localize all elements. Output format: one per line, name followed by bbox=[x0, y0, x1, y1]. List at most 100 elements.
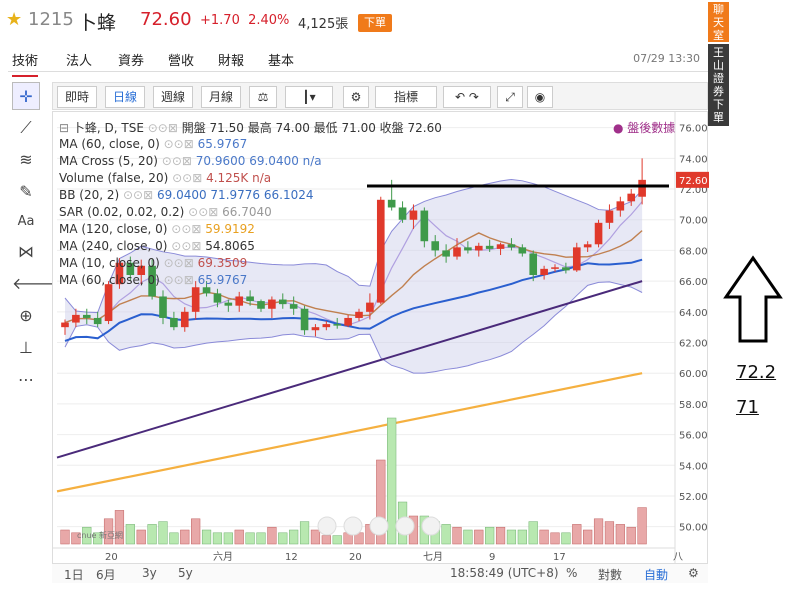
indicator-controls-icon[interactable]: ⊙⊙⊠ bbox=[160, 137, 198, 151]
chat-room-tab[interactable]: 聊天室 bbox=[708, 2, 729, 42]
volume-bar bbox=[485, 526, 495, 545]
percent-toggle[interactable]: % bbox=[566, 566, 577, 580]
indicators-label: 指標 bbox=[393, 90, 418, 104]
price-tick-label: 56.00 bbox=[679, 431, 708, 442]
price-tick-label: 52.00 bbox=[679, 492, 708, 503]
brush-icon[interactable]: ✎ bbox=[12, 178, 40, 206]
volume-bar bbox=[572, 524, 582, 545]
price-tick-label: 76.00 bbox=[679, 124, 708, 135]
candle-body bbox=[638, 179, 646, 197]
interval-monthly[interactable]: 月線 bbox=[201, 86, 241, 108]
place-order-button[interactable]: 下單 bbox=[358, 14, 392, 32]
indicator-controls-icon[interactable]: ⊙⊙⊠ bbox=[184, 205, 222, 219]
volume-bar bbox=[506, 529, 517, 545]
indicator-controls-icon[interactable]: ⊙⊙⊠ bbox=[119, 188, 157, 202]
more-icon[interactable]: ⋯ bbox=[12, 366, 40, 394]
last-price: 72.60 bbox=[140, 9, 192, 30]
trendline-icon[interactable]: ⟋ bbox=[12, 114, 40, 142]
tab-revenue[interactable]: 營收 bbox=[168, 50, 194, 69]
candle-body bbox=[594, 222, 603, 245]
candle-body bbox=[540, 268, 548, 275]
candle-body bbox=[551, 267, 559, 269]
settings-gear-icon[interactable]: ⚙ bbox=[343, 86, 369, 108]
indicator-legend-row[interactable]: MA (240, close, 0) ⊙⊙⊠ 54.8065 bbox=[59, 239, 255, 253]
interval-daily[interactable]: 日線 bbox=[105, 86, 145, 108]
tab-basic[interactable]: 基本 bbox=[268, 50, 294, 69]
indicator-legend-row[interactable]: MA Cross (5, 20) ⊙⊙⊠ 70.9600 69.0400 n/a bbox=[59, 154, 322, 168]
pattern-icon[interactable]: ⋈ bbox=[12, 238, 40, 266]
indicator-legend-row[interactable]: Volume (false, 20) ⊙⊙⊠ 4.125K n/a bbox=[59, 171, 271, 185]
favorite-star-icon[interactable]: ★ bbox=[6, 9, 22, 30]
range-1d[interactable]: 1日 bbox=[64, 566, 84, 583]
broker-order-tab[interactable]: 王山證券下單 bbox=[708, 44, 729, 126]
tab-institutional[interactable]: 法人 bbox=[66, 50, 92, 69]
camera-icon[interactable]: ◉ bbox=[527, 86, 553, 108]
indicator-legend-row[interactable]: MA (120, close, 0) ⊙⊙⊠ 59.9192 bbox=[59, 222, 255, 236]
volume-bar bbox=[60, 529, 70, 545]
candle-body bbox=[420, 210, 429, 242]
bottom-settings-icon[interactable]: ⚙ bbox=[688, 566, 699, 580]
auto-scale-toggle[interactable]: 自動 bbox=[644, 566, 668, 583]
indicator-controls-icon[interactable]: ⊙⊙⊠ bbox=[160, 273, 198, 287]
tab-financials[interactable]: 財報 bbox=[218, 50, 244, 69]
indicator-controls-icon[interactable]: ⊙⊙⊠ bbox=[167, 239, 205, 253]
candle-body bbox=[366, 302, 374, 312]
range-6m[interactable]: 6月 bbox=[96, 566, 116, 583]
time-tick-label: 20 bbox=[349, 552, 362, 563]
indicator-controls-icon[interactable]: ⊙⊙⊠ bbox=[160, 256, 198, 270]
fib-icon[interactable]: ≋ bbox=[12, 146, 40, 174]
indicator-legend-row[interactable]: MA (10, close, 0) ⊙⊙⊠ 69.3509 bbox=[59, 256, 247, 270]
indicator-label: SAR (0.02, 0.02, 0.2) bbox=[59, 205, 185, 219]
indicators-button[interactable]: 指標 bbox=[375, 86, 437, 108]
symbol-title: 卜蜂, D, TSE bbox=[72, 121, 144, 135]
legend-title-row: ⊟ 卜蜂, D, TSE ⊙⊙⊠ 開盤 71.50 最高 74.00 最低 71… bbox=[59, 121, 442, 135]
fullscreen-icon[interactable]: ⤢ bbox=[497, 86, 523, 108]
undo-redo-icon[interactable]: ↶ ↷ bbox=[443, 86, 491, 108]
stock-code: 1215 bbox=[28, 9, 74, 30]
compare-icon[interactable]: ⚖ bbox=[249, 86, 277, 108]
indicator-controls-icon[interactable]: ⊙⊙⊠ bbox=[158, 154, 196, 168]
candle-body bbox=[191, 287, 200, 312]
tab-margin[interactable]: 資券 bbox=[118, 50, 144, 69]
zoom-control-icon[interactable] bbox=[395, 516, 415, 536]
candle-body bbox=[82, 314, 91, 318]
log-toggle[interactable]: 對數 bbox=[598, 566, 622, 583]
indicator-legend-row[interactable]: SAR (0.02, 0.02, 0.2) ⊙⊙⊠ 66.7040 bbox=[59, 205, 272, 219]
up-arrow-annotation bbox=[723, 255, 783, 343]
chart-bottom-bar: 1日 6月 3y 5y 18:58:49 (UTC+8) % 對數 自動 ⚙ bbox=[52, 563, 708, 583]
candle-body bbox=[398, 207, 407, 220]
volume-bar bbox=[332, 535, 342, 545]
indicator-label: Volume (false, 20) bbox=[59, 171, 169, 185]
text-tool-icon[interactable]: Aa bbox=[12, 208, 40, 236]
arrow-left-icon[interactable]: 🡐 bbox=[12, 270, 55, 298]
zoom-control-icon[interactable] bbox=[421, 516, 441, 536]
candle-body bbox=[170, 317, 178, 328]
zoom-control-icon[interactable] bbox=[317, 516, 337, 536]
tab-technical[interactable]: 技術 bbox=[12, 50, 39, 77]
price-tick-label: 74.00 bbox=[679, 154, 708, 165]
indicator-legend-row[interactable]: MA (60, close, 0) ⊙⊙⊠ 65.9767 bbox=[59, 273, 247, 287]
indicator-controls-icon[interactable]: ⊙⊙⊠ bbox=[168, 171, 206, 185]
zoom-control-icon[interactable] bbox=[343, 516, 363, 536]
measure-icon[interactable]: ⊥ bbox=[12, 334, 40, 362]
interval-intraday[interactable]: 即時 bbox=[57, 86, 97, 108]
range-3y[interactable]: 3y bbox=[142, 566, 157, 580]
time-tick-label: 八 bbox=[673, 552, 683, 563]
interval-weekly[interactable]: 週線 bbox=[153, 86, 193, 108]
time-tick-label: 9 bbox=[489, 552, 495, 563]
range-5y[interactable]: 5y bbox=[178, 566, 193, 580]
candle-body bbox=[322, 324, 331, 328]
indicator-controls-icon[interactable]: ⊙⊙⊠ bbox=[167, 222, 205, 236]
zoom-in-icon[interactable]: ⊕ bbox=[12, 302, 40, 330]
candle-body bbox=[529, 253, 538, 275]
indicator-legend-row[interactable]: BB (20, 2) ⊙⊙⊠ 69.0400 71.9776 66.1024 bbox=[59, 188, 313, 202]
crosshair-icon[interactable]: ✛ bbox=[12, 82, 40, 110]
candle-body bbox=[387, 199, 396, 208]
zoom-control-icon[interactable] bbox=[369, 516, 389, 536]
price-chart[interactable]: 76.00 74.00 72.00 70.00 68.00 66.00 64.00 62.00… bbox=[52, 111, 709, 583]
candle-style-icon[interactable]: ┃▾ bbox=[285, 86, 333, 108]
indicator-legend-row[interactable]: MA (60, close, 0) ⊙⊙⊠ 65.9767 bbox=[59, 137, 247, 151]
candle-body bbox=[507, 244, 516, 248]
after-hours-link[interactable]: ● 盤後數據 bbox=[613, 119, 675, 136]
candle-body bbox=[104, 284, 113, 322]
